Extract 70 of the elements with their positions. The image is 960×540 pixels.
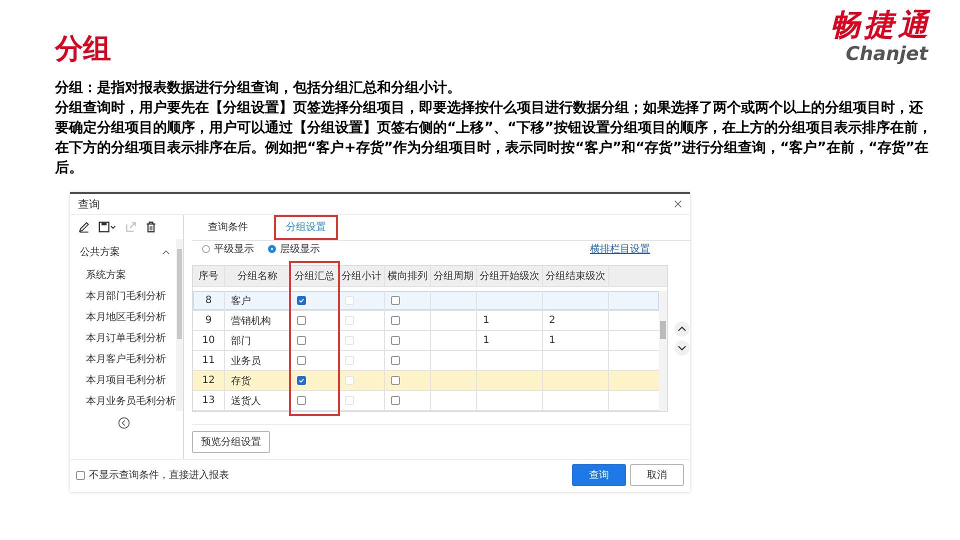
- column-settings-link[interactable]: 横排栏目设置: [590, 242, 650, 256]
- table-cell: 1: [483, 315, 490, 326]
- dialog-title: 查询: [78, 196, 100, 212]
- slide-title: 分组: [55, 31, 111, 67]
- column-header: 横向排列: [388, 270, 428, 283]
- table-cell: 9: [193, 311, 225, 330]
- checkbox[interactable]: [297, 296, 306, 305]
- scheme-item[interactable]: 本月客户毛利分析: [70, 349, 176, 370]
- section-header[interactable]: 公共方案: [70, 239, 176, 265]
- table-cell: 10: [193, 331, 225, 350]
- logo-wordmark: 畅捷通: [830, 8, 932, 44]
- scheme-item[interactable]: 本月业务员毛利分析: [70, 391, 176, 412]
- table-cell: 13: [193, 391, 225, 410]
- pencil-icon[interactable]: [78, 221, 90, 233]
- export-icon[interactable]: [125, 221, 137, 233]
- scheme-item[interactable]: 本月项目毛利分析: [70, 370, 176, 391]
- table-cell: 部门: [225, 331, 291, 350]
- scheme-item[interactable]: 本月订单毛利分析: [70, 328, 176, 349]
- table-cell: 客户: [225, 291, 291, 310]
- close-icon[interactable]: [674, 200, 682, 208]
- radio-option[interactable]: 平级显示: [202, 242, 254, 256]
- column-header: 序号: [198, 270, 218, 283]
- logo-latin-wordmark: Chanjet: [846, 44, 928, 64]
- scheme-item[interactable]: 本月部门毛利分析: [70, 286, 176, 307]
- scrollbar[interactable]: [659, 291, 667, 411]
- scheme-item[interactable]: 本月地区毛利分析: [70, 307, 176, 328]
- table-cell: 1: [549, 335, 556, 346]
- checkbox[interactable]: [297, 316, 306, 325]
- table-cell: 存货: [225, 371, 291, 390]
- checkbox[interactable]: [391, 376, 400, 385]
- preview-button[interactable]: 预览分组设置: [192, 431, 270, 453]
- collapse-icon[interactable]: [118, 417, 130, 429]
- dialog-button[interactable]: 查询: [572, 464, 626, 486]
- save-dropdown-icon[interactable]: [98, 221, 117, 233]
- table-cell: 送货人: [225, 391, 291, 410]
- radio-option[interactable]: 层级显示: [268, 242, 320, 256]
- column-header: 分组名称: [238, 270, 278, 283]
- tab[interactable]: 分组设置: [274, 215, 338, 240]
- table-cell: 营销机构: [225, 311, 291, 330]
- table-cell: 业务员: [225, 351, 291, 370]
- column-header: 分组小计: [342, 270, 382, 283]
- trash-icon[interactable]: [145, 221, 157, 233]
- checkbox[interactable]: [297, 396, 306, 405]
- column-header: 分组开始级次: [480, 270, 540, 283]
- table-cell: 1: [483, 335, 490, 346]
- table-cell: 8: [193, 291, 225, 310]
- checkbox[interactable]: [391, 296, 400, 305]
- column-header: 分组汇总: [294, 270, 334, 283]
- checkbox[interactable]: [297, 356, 306, 365]
- checkbox[interactable]: [297, 376, 306, 385]
- scrollbar[interactable]: [176, 239, 183, 411]
- table-cell: 12: [193, 371, 225, 390]
- column-header: 分组结束级次: [546, 270, 606, 283]
- checkbox[interactable]: [297, 336, 306, 345]
- checkbox[interactable]: [391, 396, 400, 405]
- column-header: 分组周期: [434, 270, 474, 283]
- checkbox[interactable]: [391, 356, 400, 365]
- paragraph: 分组：是指对报表数据进行分组查询，包括分组汇总和分组小计。: [55, 79, 462, 98]
- tab[interactable]: 查询条件: [196, 215, 260, 240]
- move-down-icon[interactable]: [674, 340, 690, 356]
- table-cell: 11: [193, 351, 225, 370]
- checkbox[interactable]: [391, 316, 400, 325]
- move-up-icon[interactable]: [674, 321, 690, 337]
- skip-conditions-checkbox[interactable]: 不显示查询条件，直接进入报表: [76, 468, 229, 482]
- scheme-item[interactable]: 系统方案: [70, 265, 176, 286]
- dialog-button[interactable]: 取消: [630, 464, 684, 486]
- caret-icon: [162, 250, 170, 254]
- table-cell: 2: [549, 315, 556, 326]
- paragraph: 分组查询时，用户要先在【分组设置】页签选择分组项目，即要选择按什么项目进行数据分组；如果选择了两个或两个以上的分组项目时，还要确定分组项目的顺序，用户可以通过【分组设置】页签右侧的“上移”、“下移”按钮设置分组项目的顺序，在上方的分组项目表示排序在前，在下方的分组项目表示排序在后。例如把“客户+存货”作为分组项目时，表示同时按“客户”和“存货”进行分组查询，“客户”在前，“存货”在后。: [55, 98, 933, 178]
- checkbox[interactable]: [391, 336, 400, 345]
